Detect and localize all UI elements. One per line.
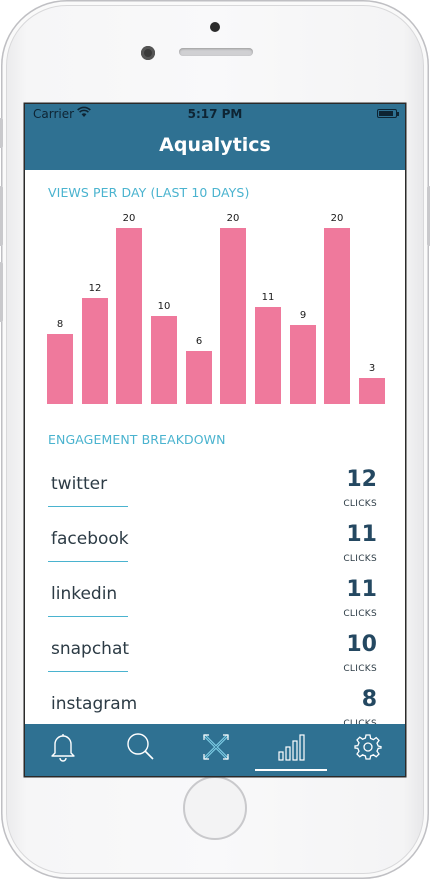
click-count: 10 xyxy=(346,632,377,657)
engagement-row-facebook[interactable]: facebook 11 CLICKS xyxy=(25,522,405,580)
home-button[interactable] xyxy=(183,776,247,840)
network-name: instagram xyxy=(51,694,138,714)
volume-up-button xyxy=(0,186,3,246)
bar-value-label: 6 xyxy=(195,336,203,347)
bar-value-label: 10 xyxy=(157,301,171,312)
active-tab-indicator xyxy=(255,769,327,771)
chart-bar xyxy=(359,378,385,404)
mute-switch xyxy=(0,118,3,148)
name-underline xyxy=(48,561,128,562)
chart-bar xyxy=(220,228,246,404)
network-name: twitter xyxy=(51,474,108,494)
gear-icon xyxy=(354,734,382,760)
engagement-section-title: ENGAGEMENT BREAKDOWN xyxy=(48,432,226,447)
clicks-label: CLICKS xyxy=(343,499,377,509)
engagement-row-snapchat[interactable]: snapchat 10 CLICKS xyxy=(25,632,405,690)
status-time: 5:17 PM xyxy=(187,107,243,121)
engagement-row-linkedin[interactable]: linkedin 11 CLICKS xyxy=(25,577,405,635)
name-underline xyxy=(48,506,128,507)
logo-x-icon xyxy=(202,733,230,761)
tab-bar xyxy=(25,724,405,776)
chart-bar xyxy=(47,334,73,404)
bar-value-label: 9 xyxy=(299,310,307,321)
clicks-label: CLICKS xyxy=(343,609,377,619)
bar-value-label: 20 xyxy=(122,213,136,224)
status-bar: Carrier 5:17 PM xyxy=(25,104,405,124)
bell-icon xyxy=(51,734,75,762)
views-section-title: VIEWS PER DAY (LAST 10 DAYS) xyxy=(48,185,250,200)
network-name: facebook xyxy=(51,529,129,549)
tab-search[interactable] xyxy=(101,724,177,776)
camera-dot xyxy=(210,22,220,32)
volume-down-button xyxy=(0,262,3,322)
tab-settings[interactable] xyxy=(329,724,405,776)
tab-home[interactable] xyxy=(177,724,253,776)
search-icon xyxy=(127,733,154,760)
chart-bar xyxy=(82,298,108,404)
chart-bar xyxy=(151,316,177,404)
click-count: 11 xyxy=(346,522,377,547)
bar-value-label: 3 xyxy=(368,363,376,374)
network-name: snapchat xyxy=(51,639,130,659)
chart-bar xyxy=(324,228,350,404)
name-underline xyxy=(48,671,128,672)
nav-bar: Aqualytics xyxy=(25,124,405,170)
network-name: linkedin xyxy=(51,584,118,604)
bar-chart-icon xyxy=(278,734,305,761)
bar-value-label: 20 xyxy=(330,213,344,224)
app-title: Aqualytics xyxy=(159,134,271,156)
name-underline xyxy=(48,616,128,617)
chart-bar xyxy=(290,325,316,404)
front-camera xyxy=(141,46,155,60)
tab-analytics[interactable] xyxy=(253,724,329,776)
engagement-row-twitter[interactable]: twitter 12 CLICKS xyxy=(25,467,405,525)
app-screen: Carrier 5:17 PM Aqualytics VIEWS PER DAY… xyxy=(25,104,405,776)
views-bar-chart: 8 12 20 10 6 20 11 9 20 3 xyxy=(47,204,385,404)
earpiece-speaker xyxy=(179,48,253,56)
click-count: 8 xyxy=(361,687,377,712)
bar-value-label: 11 xyxy=(261,292,275,303)
click-count: 11 xyxy=(346,577,377,602)
battery-icon xyxy=(377,109,399,118)
click-count: 12 xyxy=(346,467,377,492)
bar-value-label: 8 xyxy=(56,319,64,330)
clicks-label: CLICKS xyxy=(343,664,377,674)
bar-value-label: 20 xyxy=(226,213,240,224)
tab-notifications[interactable] xyxy=(25,724,101,776)
clicks-label: CLICKS xyxy=(343,554,377,564)
bar-value-label: 12 xyxy=(88,283,102,294)
chart-bar xyxy=(116,228,142,404)
chart-bar xyxy=(255,307,281,404)
chart-bar xyxy=(186,351,212,404)
